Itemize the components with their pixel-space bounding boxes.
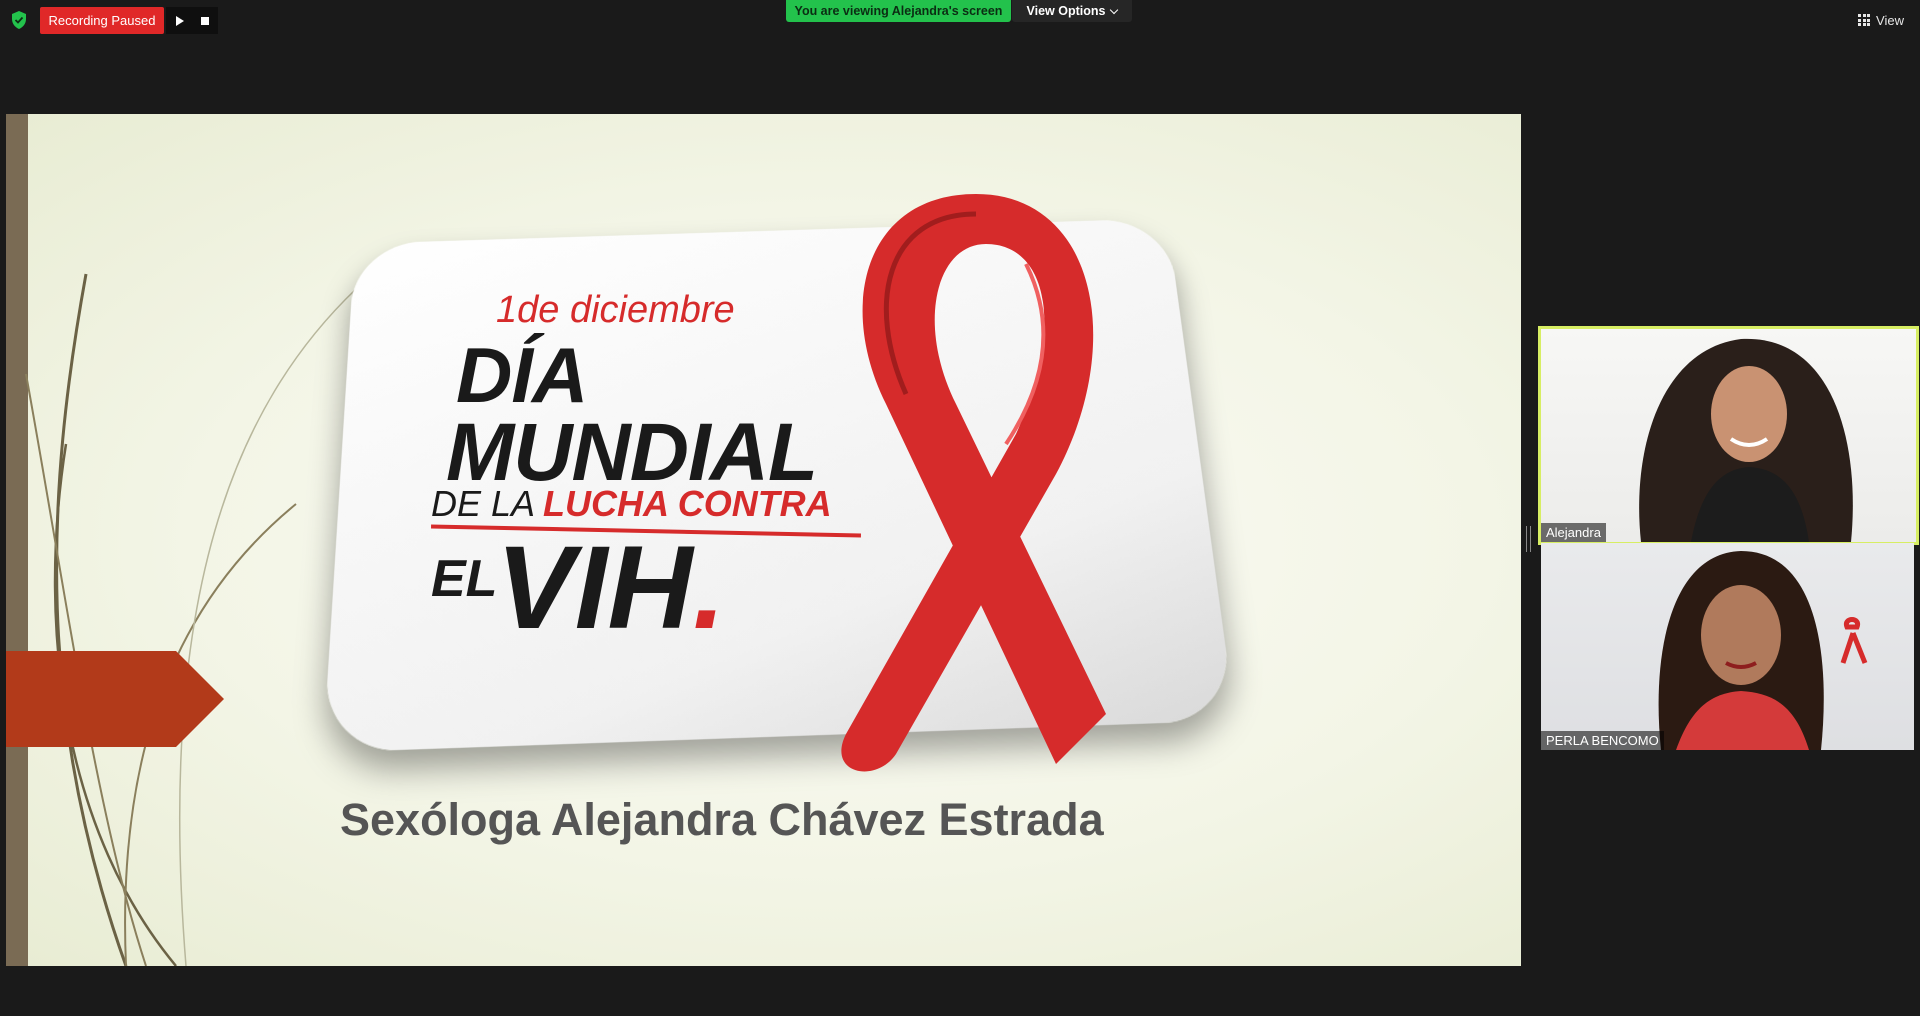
badge-vih-dot: . xyxy=(693,522,726,654)
badge-el: EL xyxy=(431,549,497,609)
world-aids-day-badge: 1de diciembre DÍA MUNDIAL DE LA LUCHA CO… xyxy=(306,154,1246,854)
panel-resize-handle[interactable] xyxy=(1526,526,1531,552)
view-options-button[interactable]: View Options xyxy=(1012,0,1132,22)
grid-view-icon xyxy=(1858,14,1870,26)
video-tile-alejandra[interactable]: Alejandra xyxy=(1538,326,1919,545)
participant-name-tag: Alejandra xyxy=(1541,523,1606,542)
viewing-screen-banner: You are viewing Alejandra's screen xyxy=(786,0,1011,22)
view-options-label: View Options xyxy=(1027,4,1106,18)
slide-subtitle: Sexóloga Alejandra Chávez Estrada xyxy=(340,794,1104,846)
shared-screen[interactable]: 1de diciembre DÍA MUNDIAL DE LA LUCHA CO… xyxy=(6,114,1521,966)
stop-icon xyxy=(201,17,209,25)
recording-status-badge: Recording Paused xyxy=(40,7,164,34)
participant-video-perla xyxy=(1581,543,1901,750)
view-label: View xyxy=(1876,13,1904,28)
view-layout-button[interactable]: View xyxy=(1858,10,1904,30)
red-ribbon-icon xyxy=(726,174,1186,774)
participant-name-tag: PERLA BENCOMO xyxy=(1541,731,1664,750)
badge-date: 1de diciembre xyxy=(496,289,735,332)
resume-recording-button[interactable] xyxy=(166,7,192,34)
slide-arrow-shape xyxy=(6,651,224,747)
stop-recording-button[interactable] xyxy=(192,7,218,34)
video-tile-perla[interactable]: PERLA BENCOMO xyxy=(1541,543,1914,750)
chevron-down-icon xyxy=(1110,5,1118,13)
play-icon xyxy=(176,16,184,26)
badge-vih-text: VIH xyxy=(496,522,693,654)
badge-de-la: DE LA xyxy=(431,486,535,522)
badge-vih: VIH. xyxy=(496,529,726,647)
participant-video-alejandra xyxy=(1581,329,1901,542)
security-shield-icon[interactable] xyxy=(10,10,28,30)
badge-line-dia: DÍA xyxy=(456,336,587,414)
